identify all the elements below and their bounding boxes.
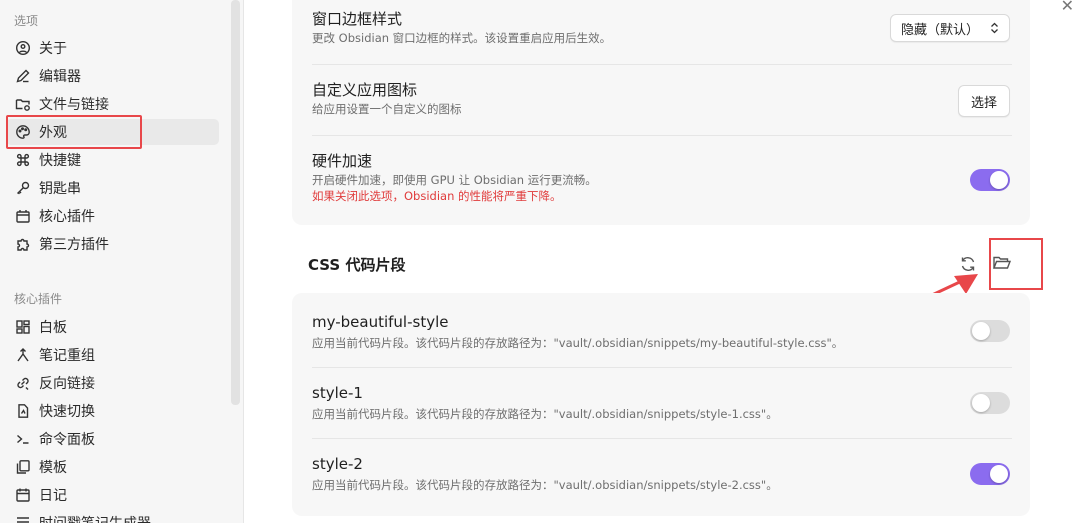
- sidebar-item-backlinks[interactable]: 反向链接: [6, 370, 219, 396]
- setting-hardware-acceleration: 硬件加速 开启硬件加速，即使用 GPU 让 Obsidian 运行更流畅。 如果…: [312, 151, 1012, 204]
- settings-sidebar: 选项 关于 编辑器 文件与链接 外观 快捷键 钥匙串 核心插件 第三方插件 核心…: [0, 0, 244, 523]
- sidebar-section-core-plugins: 核心插件: [14, 292, 63, 306]
- sidebar-item-unique-note-creator[interactable]: 时间戳笔记生成器: [6, 510, 219, 523]
- sidebar-item-label: 时间戳笔记生成器: [39, 513, 151, 523]
- sidebar-item-label: 反向链接: [39, 376, 95, 392]
- hardware-acceleration-toggle[interactable]: [970, 169, 1010, 191]
- sidebar-item-label: 笔记重组: [39, 348, 95, 364]
- divider: [312, 64, 1012, 65]
- canvas-icon: [14, 318, 32, 336]
- sidebar-item-about[interactable]: 关于: [6, 35, 219, 61]
- sidebar-item-keychain[interactable]: 钥匙串: [6, 175, 219, 201]
- snippet-name: style-2: [312, 455, 363, 473]
- sidebar-item-hotkeys[interactable]: 快捷键: [6, 147, 219, 173]
- sidebar-item-label: 日记: [39, 488, 67, 504]
- sidebar-item-label: 第三方插件: [39, 237, 109, 253]
- sidebar-item-templates[interactable]: 模板: [6, 454, 219, 480]
- snippet-toggle[interactable]: [970, 320, 1010, 342]
- appearance-settings-card: 窗口边框样式 更改 Obsidian 窗口边框的样式。该设置重启应用后生效。 隐…: [292, 0, 1030, 225]
- backlink-icon: [14, 374, 32, 392]
- css-snippets-heading: CSS 代码片段: [308, 256, 406, 274]
- sidebar-item-canvas[interactable]: 白板: [6, 314, 219, 340]
- sidebar-item-note-composer[interactable]: 笔记重组: [6, 342, 219, 368]
- pencil-icon: [14, 67, 32, 85]
- snippet-row: style-1 应用当前代码片段。该代码片段的存放路径为："vault/.obs…: [312, 383, 1012, 422]
- divider: [312, 438, 1012, 439]
- folder-link-icon: [14, 95, 32, 113]
- setting-warning: 如果关闭此选项，Obsidian 的性能将严重下降。: [312, 189, 562, 203]
- sidebar-item-command-palette[interactable]: 命令面板: [6, 426, 219, 452]
- divider: [312, 135, 1012, 136]
- key-icon: [14, 179, 32, 197]
- choose-icon-button[interactable]: 选择: [957, 85, 1010, 117]
- sidebar-item-label: 模板: [39, 460, 67, 476]
- sidebar-item-label: 编辑器: [39, 69, 81, 85]
- setting-custom-icon: 自定义应用图标 给应用设置一个自定义的图标: [312, 80, 1012, 117]
- sidebar-item-label: 钥匙串: [39, 181, 81, 197]
- command-icon: [14, 151, 32, 169]
- sidebar-item-community-plugins[interactable]: 第三方插件: [6, 231, 219, 257]
- merge-icon: [14, 346, 32, 364]
- divider: [312, 367, 1012, 368]
- calendar-icon: [14, 486, 32, 504]
- snippet-description: 应用当前代码片段。该代码片段的存放路径为："vault/.obsidian/sn…: [312, 478, 778, 492]
- css-snippets-card: my-beautiful-style 应用当前代码片段。该代码片段的存放路径为：…: [292, 293, 1030, 516]
- info-icon: [14, 39, 32, 57]
- toggle-knob: [972, 394, 990, 412]
- sidebar-item-label: 核心插件: [39, 209, 95, 225]
- sidebar-item-label: 命令面板: [39, 432, 95, 448]
- snippet-toggle[interactable]: [970, 463, 1010, 485]
- sidebar-section-options: 选项: [14, 14, 39, 28]
- toggle-knob: [990, 171, 1008, 189]
- stamp-icon: [14, 514, 32, 523]
- terminal-icon: [14, 430, 32, 448]
- switch-icon: [14, 402, 32, 420]
- toggle-knob: [972, 322, 990, 340]
- sidebar-item-label: 关于: [39, 41, 67, 57]
- settings-content: ✕ 窗口边框样式 更改 Obsidian 窗口边框的样式。该设置重启应用后生效。…: [244, 0, 1080, 523]
- snippet-toggle[interactable]: [970, 392, 1010, 414]
- snippet-row: style-2 应用当前代码片段。该代码片段的存放路径为："vault/.obs…: [312, 454, 1012, 493]
- setting-title: 硬件加速: [312, 152, 373, 170]
- snippet-name: style-1: [312, 384, 363, 402]
- sidebar-item-quick-switcher[interactable]: 快速切换: [6, 398, 219, 424]
- sidebar-item-label: 白板: [39, 320, 67, 336]
- template-icon: [14, 458, 32, 476]
- setting-description: 给应用设置一个自定义的图标: [312, 102, 462, 116]
- sidebar-scrollbar[interactable]: [231, 0, 240, 405]
- toggle-knob: [990, 465, 1008, 483]
- snippet-description: 应用当前代码片段。该代码片段的存放路径为："vault/.obsidian/sn…: [312, 336, 844, 350]
- sidebar-item-label: 快捷键: [39, 153, 81, 169]
- snippet-row: my-beautiful-style 应用当前代码片段。该代码片段的存放路径为：…: [312, 312, 1012, 351]
- sidebar-item-daily-notes[interactable]: 日记: [6, 482, 219, 508]
- select-value: 隐藏（默认）: [901, 22, 980, 38]
- snippet-name: my-beautiful-style: [312, 313, 449, 331]
- puzzle-icon: [14, 235, 32, 253]
- annotation-highlight-box: [6, 115, 142, 149]
- window-frame-select[interactable]: 隐藏（默认）: [890, 14, 1010, 42]
- sidebar-item-files-links[interactable]: 文件与链接: [6, 91, 219, 117]
- updown-chevron-icon: [990, 22, 999, 34]
- close-icon[interactable]: ✕: [1061, 0, 1074, 15]
- sidebar-item-editor[interactable]: 编辑器: [6, 63, 219, 89]
- plugin-icon: [14, 207, 32, 225]
- sidebar-item-core-plugins[interactable]: 核心插件: [6, 203, 219, 229]
- sidebar-item-label: 文件与链接: [39, 97, 109, 113]
- annotation-highlight-box: [989, 238, 1043, 290]
- sidebar-item-label: 快速切换: [39, 404, 95, 420]
- snippet-description: 应用当前代码片段。该代码片段的存放路径为："vault/.obsidian/sn…: [312, 407, 778, 421]
- setting-title: 自定义应用图标: [312, 81, 418, 99]
- setting-description: 开启硬件加速，即使用 GPU 让 Obsidian 运行更流畅。: [312, 173, 597, 187]
